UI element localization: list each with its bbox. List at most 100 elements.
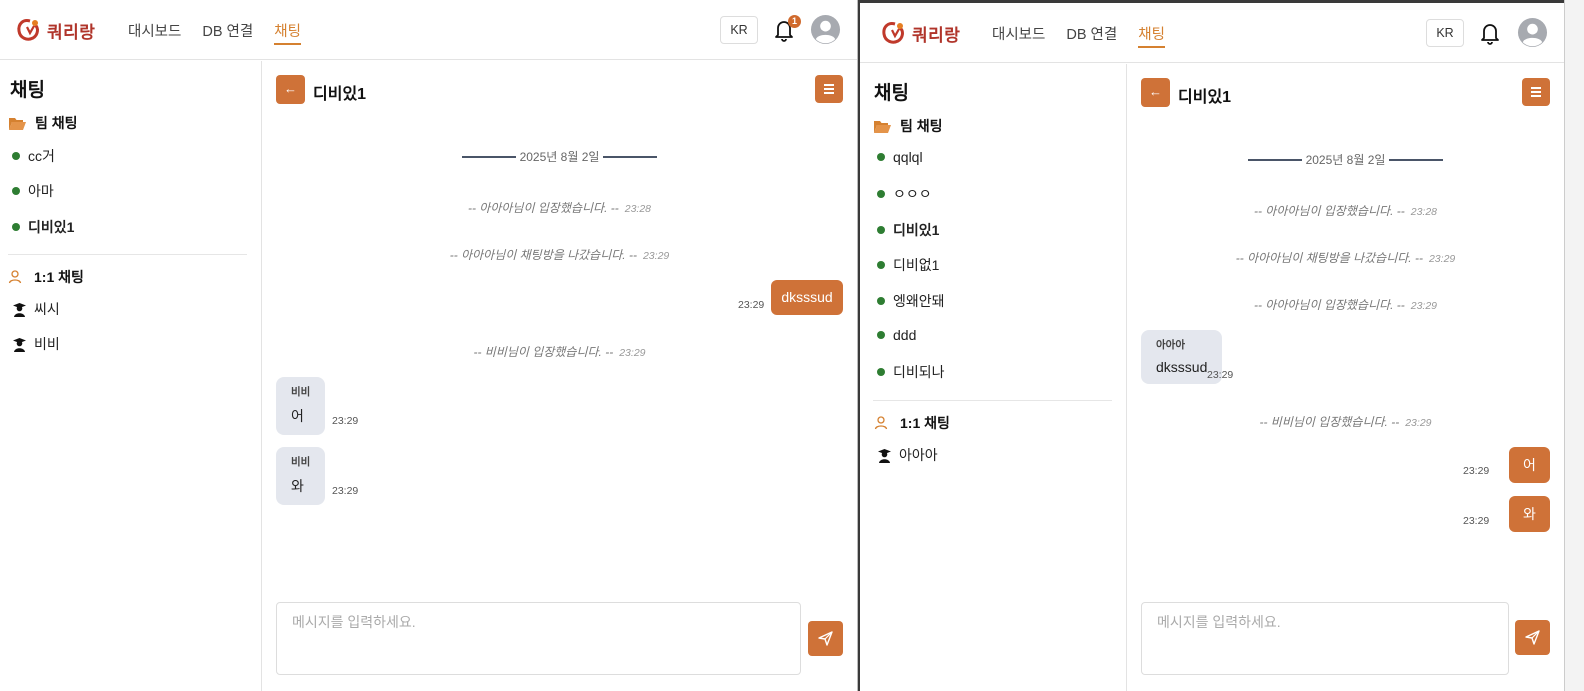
graduate-icon: [13, 337, 26, 352]
sidebar-title: 채팅: [874, 83, 909, 104]
online-dot: [877, 153, 885, 161]
left-browser-window: 쿼리랑 대시보드 DB 연결 채팅 KR 1 채팅 팀 채팅 cc거 아마 디비…: [0, 0, 858, 691]
room-item-active[interactable]: 디비있1: [12, 217, 74, 237]
user-avatar-icon[interactable]: [810, 14, 841, 45]
folder-open-icon: [9, 117, 26, 130]
nav-db-connection[interactable]: DB 연결: [202, 20, 253, 45]
dm-user-item[interactable]: 씨시: [12, 299, 60, 319]
online-dot: [877, 226, 885, 234]
system-message: -- 비비님이 입장했습니다. -- 23:29: [1259, 415, 1432, 429]
team-chat-section[interactable]: 팀 채팅: [8, 113, 78, 133]
message-text: 어: [291, 408, 304, 424]
folder-open-icon: [874, 120, 891, 133]
message-input[interactable]: 메시지를 입력하세요.: [276, 602, 801, 675]
chat-panel: ← 디비있1 2025년 8월 2일 -- 아아아님이 입장했습니다. -- 23…: [1127, 64, 1564, 691]
app-logo[interactable]: 쿼리랑: [16, 17, 95, 43]
room-item[interactable]: 엥왜안돼: [877, 291, 945, 311]
nav-dashboard[interactable]: 대시보드: [128, 20, 181, 45]
dm-user-name: 씨시: [34, 301, 60, 317]
message-time: 23:29: [1463, 465, 1490, 477]
room-item[interactable]: 디비되나: [877, 362, 945, 382]
room-item[interactable]: ㅇㅇㅇ: [877, 184, 932, 204]
main-nav: 대시보드 DB 연결 채팅: [992, 23, 1186, 48]
online-dot: [12, 187, 20, 195]
message-time: 23:29: [1207, 369, 1234, 381]
arrow-left-icon: ←: [1149, 84, 1162, 99]
room-menu-button[interactable]: [1522, 78, 1550, 106]
app-logo[interactable]: 쿼리랑: [881, 20, 960, 46]
message-input[interactable]: 메시지를 입력하세요.: [1141, 602, 1509, 675]
received-message-bubble: 비비어: [276, 377, 326, 435]
room-item-active[interactable]: 디비있1: [877, 220, 939, 240]
message-text: 와: [291, 478, 304, 494]
room-item[interactable]: 아마: [12, 181, 54, 201]
online-dot: [12, 223, 20, 231]
main-nav: 대시보드 DB 연결 채팅: [128, 20, 322, 45]
room-name: 디비있1: [28, 219, 75, 235]
online-dot: [877, 261, 885, 269]
dm-section-label: 1:1 채팅: [34, 269, 84, 285]
person-icon: [874, 416, 888, 430]
message-time: 23:28: [1410, 206, 1438, 218]
dm-user-item[interactable]: 아아아: [877, 445, 938, 465]
message-time: 23:29: [738, 299, 765, 311]
received-message-bubble: 비비와: [276, 447, 326, 505]
dm-section[interactable]: 1:1 채팅: [8, 267, 84, 287]
room-name: 디비없1: [893, 257, 940, 273]
language-button[interactable]: KR: [1426, 19, 1464, 47]
room-menu-button[interactable]: [815, 75, 843, 103]
user-avatar-icon[interactable]: [1517, 17, 1548, 48]
sent-message-bubble: dksssud: [771, 280, 843, 315]
message-time: 23:29: [1410, 300, 1438, 312]
room-name: 디비있1: [893, 222, 940, 238]
online-dot: [877, 190, 885, 198]
online-dot: [12, 152, 20, 160]
nav-chat[interactable]: 채팅: [1138, 23, 1165, 48]
room-item[interactable]: cc거: [12, 146, 55, 166]
send-icon: [1525, 630, 1540, 645]
room-item[interactable]: 디비없1: [877, 255, 939, 275]
team-chat-label: 팀 채팅: [900, 118, 943, 134]
dm-section-label: 1:1 채팅: [900, 415, 950, 431]
sender-name: 아아아: [1156, 339, 1185, 351]
nav-dashboard[interactable]: 대시보드: [992, 23, 1045, 48]
back-button[interactable]: ←: [276, 75, 305, 104]
send-icon: [818, 631, 833, 646]
system-message: -- 아아아님이 입장했습니다. -- 23:28: [1253, 204, 1438, 218]
chat-panel: ← 디비있1 2025년 8월 2일 -- 아아아님이 입장했습니다. -- 23…: [262, 61, 857, 691]
notification-button[interactable]: 1: [772, 15, 801, 43]
notification-button[interactable]: [1478, 20, 1502, 46]
team-chat-label: 팀 채팅: [35, 115, 78, 131]
sent-message-bubble: 와: [1509, 496, 1550, 532]
room-item[interactable]: ddd: [877, 327, 916, 343]
chat-sidebar: 채팅 팀 채팅 qqlql ㅇㅇㅇ 디비있1 디비없1 엥왜안돼 ddd 디비되…: [860, 64, 1127, 691]
language-button[interactable]: KR: [720, 16, 758, 44]
chat-sidebar: 채팅 팀 채팅 cc거 아마 디비있1 1:1 채팅 씨시 비비: [0, 61, 262, 691]
person-icon: [8, 270, 22, 284]
message-time: 23:29: [1405, 417, 1432, 429]
message-time: 23:28: [624, 203, 652, 215]
online-dot: [877, 331, 885, 339]
room-name: 디비되나: [893, 364, 945, 380]
team-chat-section[interactable]: 팀 채팅: [873, 116, 943, 136]
dm-user-item[interactable]: 비비: [12, 334, 60, 354]
dm-section[interactable]: 1:1 채팅: [874, 413, 950, 433]
dm-user-name: 아아아: [899, 447, 938, 463]
background-window-edge: [1564, 0, 1584, 691]
right-browser-window: 쿼리랑 대시보드 DB 연결 채팅 KR 채팅 팀 채팅 qqlql ㅇㅇㅇ 디…: [860, 3, 1564, 691]
nav-chat[interactable]: 채팅: [274, 20, 301, 45]
nav-db-connection[interactable]: DB 연결: [1066, 23, 1117, 48]
date-label: 2025년 8월 2일: [1305, 153, 1386, 167]
top-navbar: 쿼리랑 대시보드 DB 연결 채팅 KR 1: [0, 0, 857, 60]
message-time: 23:29: [332, 415, 359, 427]
room-title: 디비있1: [313, 86, 367, 103]
sender-name: 비비: [291, 386, 311, 398]
top-navbar: 쿼리랑 대시보드 DB 연결 채팅 KR: [860, 3, 1564, 63]
room-item[interactable]: qqlql: [877, 149, 923, 165]
send-button[interactable]: [808, 621, 843, 656]
logo-icon: [17, 19, 39, 41]
sender-name: 비비: [291, 456, 311, 468]
back-button[interactable]: ←: [1141, 78, 1170, 107]
system-message: -- 아아아님이 채팅방을 나갔습니다. -- 23:29: [1235, 251, 1456, 265]
send-button[interactable]: [1515, 620, 1550, 655]
